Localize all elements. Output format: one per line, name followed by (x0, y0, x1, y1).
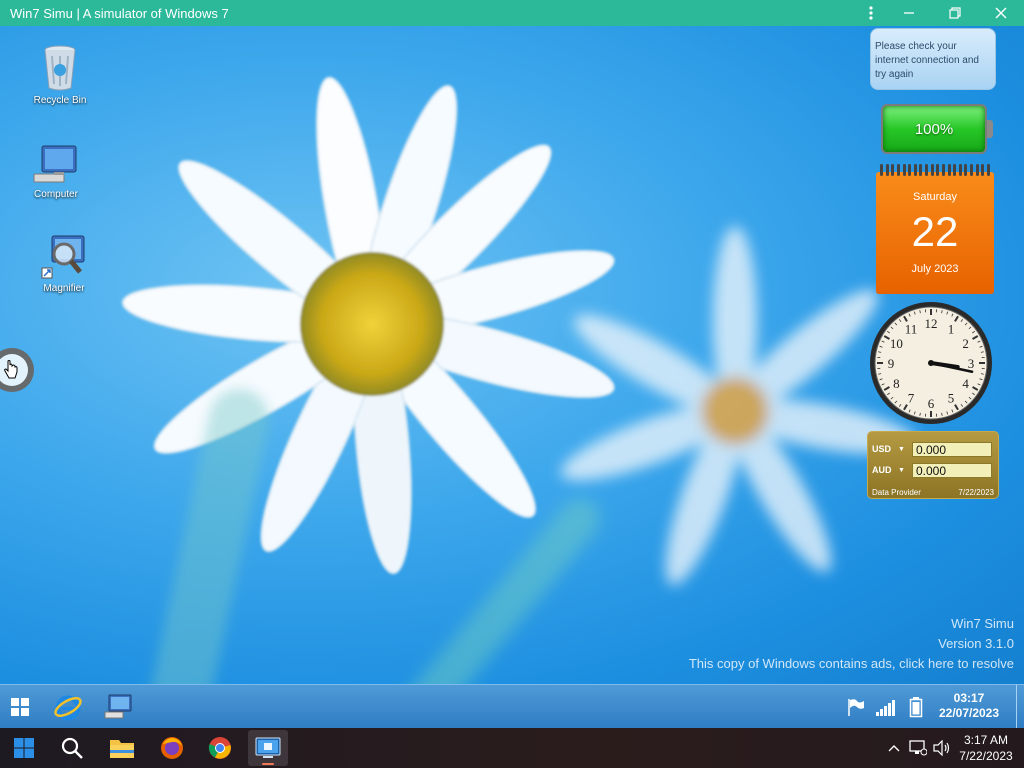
dropdown-arrow-icon[interactable]: ▼ (898, 467, 912, 474)
clock-number: 11 (905, 321, 918, 336)
calendar-binding (876, 164, 994, 176)
computer-icon (33, 145, 77, 183)
flag-icon (848, 699, 864, 716)
emulator-title-bar: Win7 Simu | A simulator of Windows 7 (0, 0, 1024, 26)
minimize-icon (904, 12, 914, 14)
currency-gadget[interactable]: USD ▼ 0.000 AUD ▼ 0.000 Data Provider 7/… (867, 431, 999, 499)
win7-clock[interactable]: 03:17 22/07/2023 (928, 691, 1010, 721)
computer-icon (104, 694, 132, 719)
currency-row: USD ▼ 0.000 (872, 440, 996, 458)
host-tray-network[interactable] (906, 730, 930, 766)
desktop-icon-label: Computer (34, 189, 78, 200)
calendar-month: July 2023 (911, 263, 959, 275)
taskbar-internet-explorer[interactable] (50, 689, 86, 725)
network-icon (909, 740, 927, 756)
host-start-button[interactable] (4, 730, 44, 766)
watermark-ads-link[interactable]: This copy of Windows contains ads, click… (689, 654, 1014, 674)
show-desktop-button[interactable] (1016, 685, 1024, 729)
battery-gadget[interactable]: 100% (881, 104, 993, 154)
win7-time: 03:17 (953, 691, 985, 705)
clock-number: 5 (948, 391, 955, 406)
data-provider-link[interactable]: Data Provider (872, 488, 921, 497)
window-title: Win7 Simu | A simulator of Windows 7 (10, 5, 229, 21)
clock-number: 1 (948, 321, 955, 336)
currency-value-input[interactable]: 0.000 (912, 462, 992, 478)
firefox-icon (161, 737, 183, 759)
clock-number: 7 (908, 391, 915, 406)
currency-code: AUD (872, 465, 892, 475)
clock-number: 9 (888, 356, 895, 371)
calendar-weekday: Saturday (912, 191, 958, 203)
host-file-explorer[interactable] (102, 730, 142, 766)
battery-icon (909, 697, 923, 718)
kebab-menu-icon (869, 6, 873, 20)
windows-logo-icon (11, 698, 29, 716)
currency-value-input[interactable]: 0.000 (912, 441, 992, 457)
more-options-button[interactable] (856, 0, 886, 26)
windows-logo-icon (14, 738, 34, 758)
clock-number: 2 (962, 336, 969, 351)
speaker-icon (933, 740, 950, 756)
win7-date: 22/07/2023 (938, 706, 1000, 720)
host-date: 7/22/2023 (959, 749, 1013, 763)
desktop-icon-computer[interactable]: Computer (16, 144, 96, 200)
win7simu-app-icon (255, 737, 281, 758)
minimize-button[interactable] (886, 0, 932, 26)
chevron-up-icon (888, 745, 900, 752)
currency-date: 7/22/2023 (958, 488, 994, 497)
battery-cap (987, 120, 993, 138)
internet-explorer-icon (54, 695, 82, 721)
watermark-product: Win7 Simu (951, 616, 1014, 631)
network-error-message: Please check your internet connection an… (875, 41, 979, 80)
battery-percent: 100% (914, 120, 954, 138)
host-time: 3:17 AM (963, 733, 1009, 747)
clock-number: 10 (890, 336, 903, 351)
weather-gadget[interactable]: Please check your internet connection an… (870, 28, 996, 90)
calendar-gadget[interactable]: Saturday 22 July 2023 (876, 164, 994, 294)
win7-taskbar: 03:17 22/07/2023 (0, 684, 1024, 729)
host-tray-volume[interactable] (930, 730, 954, 766)
signal-bars-icon (876, 700, 895, 716)
currency-row: AUD ▼ 0.000 (872, 461, 996, 479)
host-search-button[interactable] (52, 730, 92, 766)
start-button[interactable] (2, 689, 38, 725)
clock-number: 3 (968, 356, 975, 371)
clock-number: 8 (893, 376, 900, 391)
close-button[interactable] (978, 0, 1024, 26)
host-clock[interactable]: 3:17 AM 7/22/2023 (956, 732, 1016, 764)
magnifier-icon (41, 235, 85, 279)
desktop-icon-magnifier[interactable]: Magnifier (24, 234, 104, 294)
watermark-version: Version 3.1.0 (938, 636, 1014, 651)
desktop[interactable]: Recycle Bin Computer Magnifier Please ch… (0, 26, 1024, 684)
host-chrome[interactable] (200, 730, 240, 766)
desktop-icon-label: Magnifier (43, 283, 85, 294)
clock-number: 6 (928, 396, 935, 411)
folder-icon (110, 740, 134, 758)
clock-number: 4 (962, 376, 969, 391)
clock-number: 12 (925, 316, 938, 331)
clock-gadget[interactable]: 12 12 3 45678 9 1011 (868, 300, 994, 426)
taskbar-computer[interactable] (100, 689, 136, 725)
hand-cursor-icon (4, 360, 18, 379)
close-icon (995, 7, 1007, 19)
recycle-bin-icon (44, 45, 76, 91)
host-tray-overflow[interactable] (884, 730, 904, 766)
activation-watermark[interactable]: Win7 Simu Version 3.1.0 This copy of Win… (689, 614, 1014, 674)
restore-icon (949, 7, 961, 19)
host-win7simu-app[interactable] (248, 730, 288, 766)
desktop-icon-label: Recycle Bin (33, 95, 87, 106)
restore-button[interactable] (932, 0, 978, 26)
dropdown-arrow-icon[interactable]: ▼ (898, 446, 912, 453)
calendar-page: Saturday 22 July 2023 (876, 172, 994, 294)
search-icon (61, 737, 83, 759)
currency-code: USD (872, 444, 892, 454)
host-firefox[interactable] (152, 730, 192, 766)
chrome-icon (208, 737, 231, 759)
calendar-day: 22 (911, 208, 959, 255)
desktop-icon-recycle-bin[interactable]: Recycle Bin (20, 42, 100, 106)
host-taskbar: 3:17 AM 7/22/2023 (0, 728, 1024, 768)
